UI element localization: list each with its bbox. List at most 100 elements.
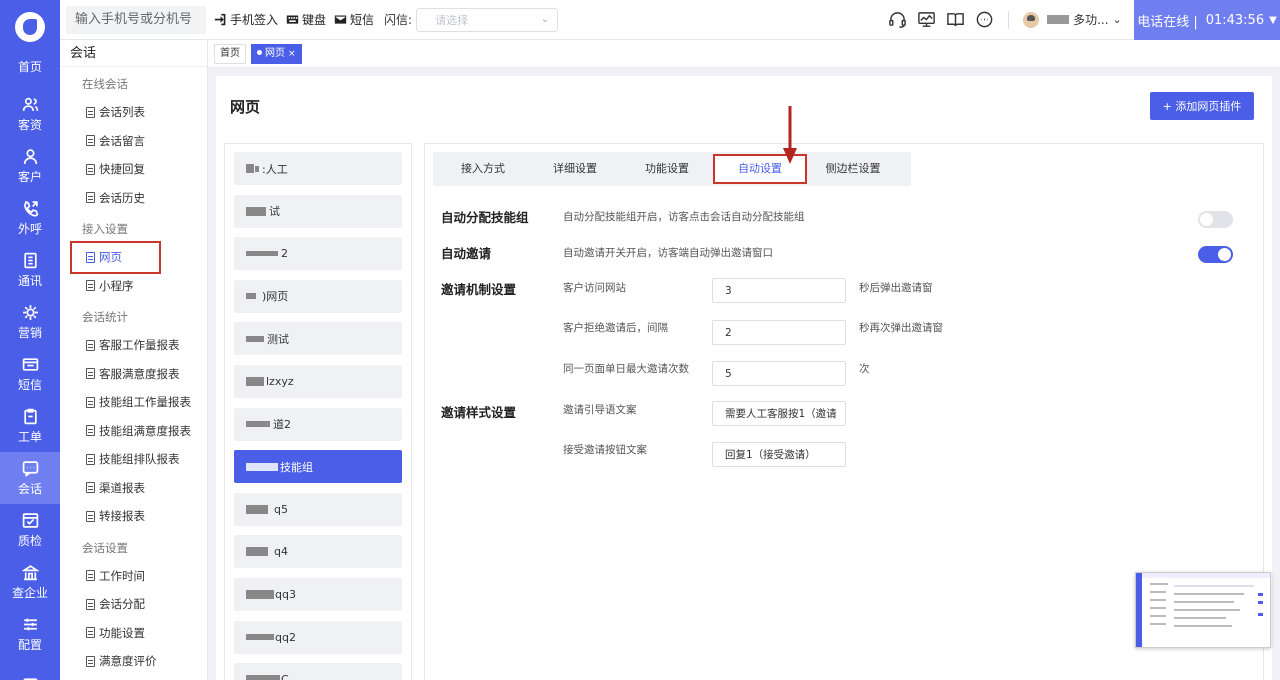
rail-item-leads[interactable]: 客资 xyxy=(0,88,60,140)
visit-delay-input[interactable] xyxy=(712,278,846,303)
rail-item-customers[interactable]: 客户 xyxy=(0,140,60,192)
plugin-item[interactable]: q5 xyxy=(234,492,402,526)
plugin-item[interactable]: qq2 xyxy=(234,620,402,654)
document-icon xyxy=(86,106,95,118)
page-tab-web[interactable]: 网页 × xyxy=(251,43,302,64)
document-icon xyxy=(86,627,95,639)
plugin-item[interactable]: 2 xyxy=(234,237,402,271)
sidebar-item-web[interactable]: 网页 xyxy=(70,241,161,274)
close-icon[interactable]: × xyxy=(288,49,296,59)
auto-assign-row: 自动分配技能组 自动分配技能组开启，访客点击会话自动分配技能组 xyxy=(441,202,805,230)
rail-item-outbound[interactable]: 外呼 xyxy=(0,192,60,244)
tab-access-method[interactable]: 接入方式 xyxy=(437,156,529,182)
people-icon xyxy=(22,97,38,111)
auto-assign-desc: 自动分配技能组开启，访客点击会话自动分配技能组 xyxy=(563,210,805,223)
sidebar-item-session-assign[interactable]: 会话分配 xyxy=(60,590,207,619)
preview-line xyxy=(1174,625,1232,627)
guide-text-label: 邀请引导语文案 xyxy=(563,404,637,416)
rail-item-config[interactable]: 配置 xyxy=(0,608,60,660)
rail-item-tickets[interactable]: 工单 xyxy=(0,400,60,452)
sidebar-item-satisfaction-rating[interactable]: 满意度评价 xyxy=(60,647,207,676)
guide-text-input[interactable] xyxy=(712,401,846,426)
phone-number-input[interactable] xyxy=(66,5,206,34)
sidebar-item-label: 客服满意度报表 xyxy=(99,366,180,381)
rail-item-quality[interactable]: 质检 xyxy=(0,504,60,556)
sidebar-item-group-queue[interactable]: 技能组排队报表 xyxy=(60,445,207,474)
divider xyxy=(1008,10,1010,29)
keyboard-button[interactable]: 键盘 xyxy=(286,11,326,28)
redacted-text xyxy=(246,547,268,557)
plugin-item[interactable]: :人工 xyxy=(234,152,402,185)
sidebar-item-agent-satisfaction[interactable]: 客服满意度报表 xyxy=(60,360,207,389)
plugin-item[interactable]: 试 xyxy=(234,194,402,228)
accept-button-text-input[interactable] xyxy=(712,442,846,467)
sidebar-item-label: 转接报表 xyxy=(99,509,145,524)
page-tab-label: 首页 xyxy=(220,47,240,59)
plugin-item[interactable]: C xyxy=(234,663,402,680)
user-menu[interactable]: 多功... ⌄ xyxy=(1043,11,1122,28)
rail-item-sms[interactable]: 短信 xyxy=(0,348,60,400)
plugin-item-label: 道2 xyxy=(273,418,291,432)
document-icon xyxy=(86,598,95,610)
rail-item-home[interactable]: 首页 xyxy=(0,44,60,88)
monitor-chart-icon[interactable] xyxy=(917,10,936,29)
headset-icon[interactable] xyxy=(888,10,907,29)
sidebar-item-channel-report[interactable]: 渠道报表 xyxy=(60,474,207,503)
app-logo[interactable] xyxy=(15,12,45,42)
sidebar-item-agent-workload[interactable]: 客服工作量报表 xyxy=(60,331,207,360)
annotation-arrow-icon xyxy=(783,106,797,164)
document-icon xyxy=(86,135,95,147)
mechanism-row: 邀请机制设置 xyxy=(441,274,563,302)
rail-item-enterprise[interactable]: 查企业 xyxy=(0,556,60,608)
flash-select[interactable]: 请选择 ⌄ xyxy=(416,7,559,32)
sidebar-item-transfer-report[interactable]: 转接报表 xyxy=(60,502,207,531)
tab-detail-settings[interactable]: 详细设置 xyxy=(529,156,621,182)
preview-line xyxy=(1150,599,1166,601)
page-tab-label: 网页 xyxy=(265,47,285,59)
preview-line xyxy=(1150,591,1166,593)
rail-item-marketing[interactable]: 营销 xyxy=(0,296,60,348)
auto-invite-toggle[interactable] xyxy=(1198,246,1233,263)
plugin-item-label: q5 xyxy=(274,502,288,516)
tab-sidebar-settings[interactable]: 侧边栏设置 xyxy=(807,156,899,182)
max-invites-input[interactable] xyxy=(712,361,846,386)
sidebar-item-work-hours[interactable]: 工作时间 xyxy=(60,562,207,591)
sidebar-item-mini-program[interactable]: 小程序 xyxy=(60,272,207,301)
auto-assign-toggle[interactable] xyxy=(1198,211,1233,228)
rail-item-contacts[interactable]: 通讯 xyxy=(0,244,60,296)
rail-item-more[interactable] xyxy=(0,660,60,680)
sidebar-item-group-satisfaction[interactable]: 技能组满意度报表 xyxy=(60,417,207,446)
document-icon xyxy=(86,510,95,522)
book-icon[interactable] xyxy=(946,10,965,29)
redacted-text xyxy=(246,251,278,257)
avatar[interactable] xyxy=(1023,11,1040,28)
sidebar-item-session-history[interactable]: 会话历史 xyxy=(60,184,207,213)
plugin-item-label: 试 xyxy=(269,205,280,219)
sidebar-item-quick-reply[interactable]: 快捷回复 xyxy=(60,155,207,184)
sms-button[interactable]: 短信 xyxy=(334,11,374,28)
preview-bar xyxy=(1142,573,1270,578)
plugin-item[interactable]: lzxyz xyxy=(234,364,402,398)
address-book-icon xyxy=(23,252,37,268)
plugin-item[interactable]: )网页 xyxy=(234,279,402,313)
preview-toggle xyxy=(1258,593,1263,596)
tab-function-settings[interactable]: 功能设置 xyxy=(621,156,713,182)
plugin-item[interactable]: 测试 xyxy=(234,322,402,356)
plugin-item[interactable]: qq3 xyxy=(234,577,402,611)
add-web-plugin-button[interactable]: + 添加网页插件 xyxy=(1150,92,1254,120)
plugin-item[interactable]: q4 xyxy=(234,535,402,569)
keyboard-label: 键盘 xyxy=(302,13,327,27)
sidebar-item-session-list[interactable]: 会话列表 xyxy=(60,98,207,127)
sidebar-item-group-workload[interactable]: 技能组工作量报表 xyxy=(60,388,207,417)
sidebar-item-session-messages[interactable]: 会话留言 xyxy=(60,127,207,156)
plugin-item-selected[interactable]: 技能组 xyxy=(234,450,402,484)
rail-item-session[interactable]: 会话 xyxy=(0,452,60,504)
plugin-item[interactable]: 道2 xyxy=(234,407,402,441)
sidebar-item-function-settings[interactable]: 功能设置 xyxy=(60,619,207,648)
checkin-button[interactable]: 手机签入 xyxy=(214,11,278,28)
screenshot-preview[interactable] xyxy=(1135,572,1271,648)
reject-interval-input[interactable] xyxy=(712,320,846,345)
message-icon[interactable] xyxy=(975,10,994,29)
phone-status[interactable]: 电话在线 | 01:43:56 ▼ xyxy=(1134,0,1280,40)
page-tab-home[interactable]: 首页 xyxy=(214,43,246,64)
